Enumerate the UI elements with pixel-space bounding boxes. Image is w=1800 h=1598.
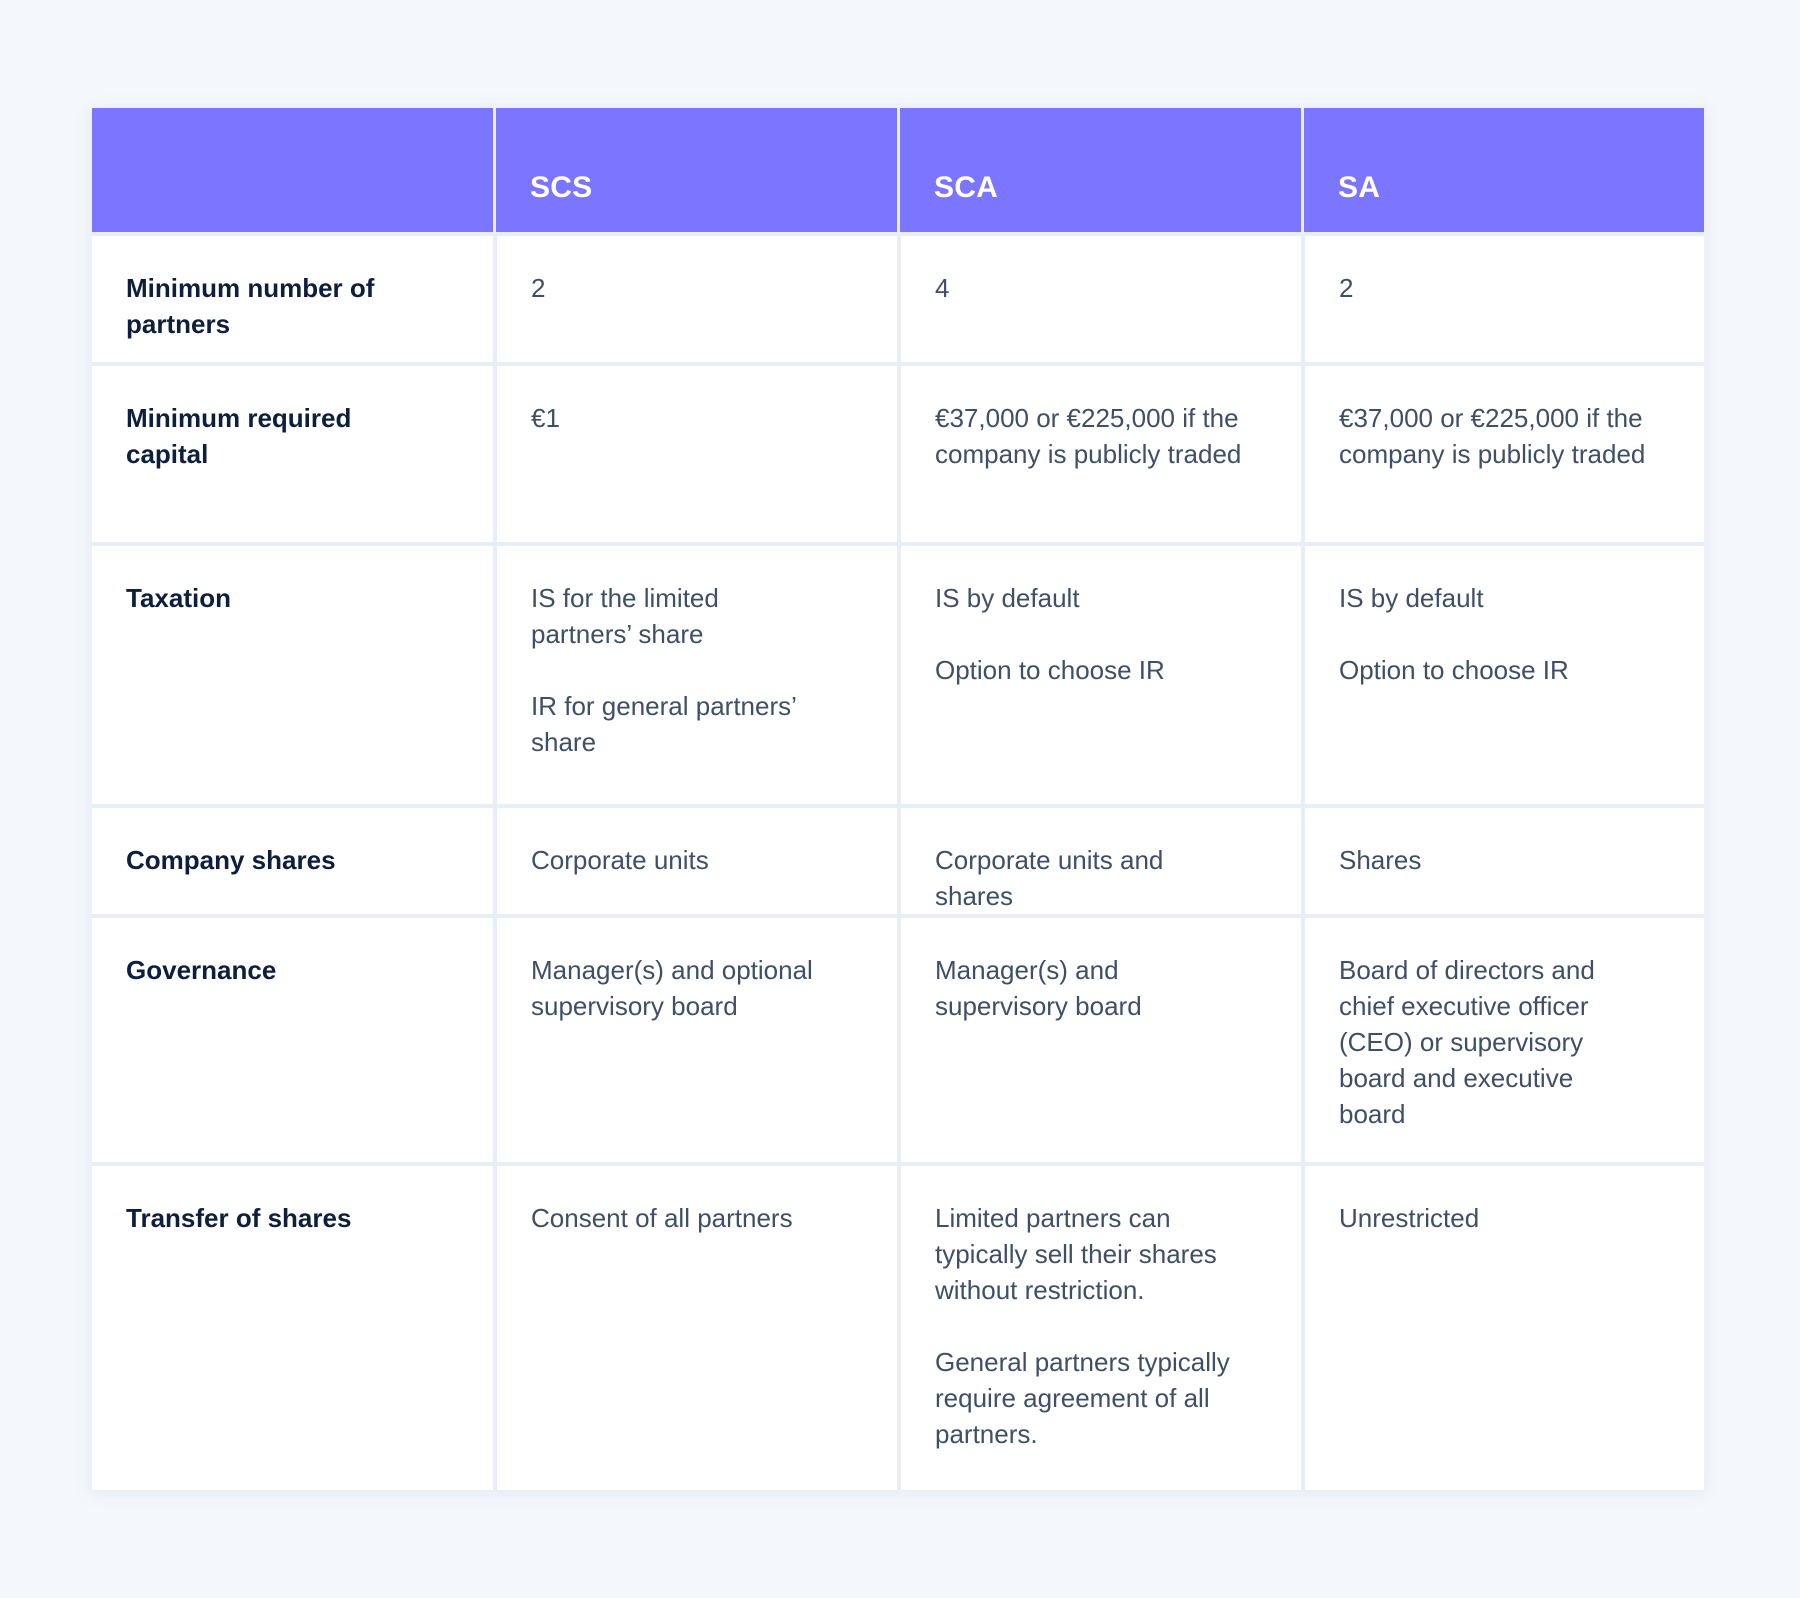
table-header-row: SCS SCA SA (92, 108, 1704, 236)
row-label-text: Transfer of shares (126, 1203, 352, 1233)
table-cell-sca: IS by default Option to choose IR (897, 546, 1301, 808)
table-cell-scs: €1 (493, 366, 897, 546)
cell-paragraph: IS by default (1339, 583, 1484, 613)
table-cell-sa: Unrestricted (1301, 1166, 1704, 1490)
row-label: Transfer of shares (92, 1166, 493, 1490)
cell-paragraph: IR for general partners’ share (531, 691, 796, 757)
row-label: Taxation (92, 546, 493, 808)
cell-text: €37,000 or €225,000 if the company is pu… (935, 403, 1242, 469)
cell-text: Corporate units and shares (935, 845, 1164, 911)
cell-paragraph: Limited partners can typically sell thei… (935, 1203, 1217, 1305)
table-cell-scs: Corporate units (493, 808, 897, 918)
table-cell-sa: Shares (1301, 808, 1704, 918)
table-cell-sca: Manager(s) and supervisory board (897, 918, 1301, 1166)
header-cell-sa: SA (1301, 108, 1704, 236)
row-label-text: Minimum number of partners (126, 273, 375, 339)
cell-paragraph: IS by default (935, 583, 1080, 613)
row-label-text: Taxation (126, 583, 231, 613)
header-cell-sca: SCA (897, 108, 1301, 236)
table-cell-scs: IS for the limited partners’ share IR fo… (493, 546, 897, 808)
table-cell-sa: IS by default Option to choose IR (1301, 546, 1704, 808)
cell-text: Manager(s) and supervisory board (935, 955, 1142, 1021)
table-cell-sa: 2 (1301, 236, 1704, 366)
table-row-transfer-of-shares: Transfer of shares Consent of all partne… (92, 1166, 1704, 1490)
comparison-table-container: SCS SCA SA Minimum number of partners 2 … (92, 108, 1704, 1490)
company-type-comparison-table: SCS SCA SA Minimum number of partners 2 … (92, 108, 1704, 1490)
table-row-company-shares: Company shares Corporate units Corporate… (92, 808, 1704, 918)
cell-text: 4 (935, 273, 950, 303)
cell-text: €1 (531, 403, 560, 433)
table-row-governance: Governance Manager(s) and optional super… (92, 918, 1704, 1166)
table-cell-scs: Consent of all partners (493, 1166, 897, 1490)
header-cell-scs: SCS (493, 108, 897, 236)
table-cell-sca: Corporate units and shares (897, 808, 1301, 918)
cell-text: Manager(s) and optional supervisory boar… (531, 955, 813, 1021)
table-cell-sca: Limited partners can typically sell thei… (897, 1166, 1301, 1490)
cell-text: Shares (1339, 845, 1422, 875)
cell-text: 2 (531, 273, 546, 303)
cell-paragraph: General partners typically require agree… (935, 1347, 1230, 1449)
cell-text: €37,000 or €225,000 if the company is pu… (1339, 403, 1646, 469)
row-label-text: Governance (126, 955, 277, 985)
table-cell-scs: 2 (493, 236, 897, 366)
row-label: Governance (92, 918, 493, 1166)
table-cell-sa: Board of directors and chief executive o… (1301, 918, 1704, 1166)
row-label-text: Minimum required capital (126, 403, 352, 469)
cell-paragraph: IS for the limited partners’ share (531, 583, 719, 649)
cell-text: 2 (1339, 273, 1354, 303)
row-label: Minimum required capital (92, 366, 493, 546)
cell-paragraph: Option to choose IR (1339, 655, 1569, 685)
row-label: Minimum number of partners (92, 236, 493, 366)
cell-text: Board of directors and chief executive o… (1339, 955, 1595, 1129)
cell-text: Corporate units (531, 845, 709, 875)
cell-text: Unrestricted (1339, 1203, 1480, 1233)
table-cell-sca: €37,000 or €225,000 if the company is pu… (897, 366, 1301, 546)
table-row-taxation: Taxation IS for the limited partners’ sh… (92, 546, 1704, 808)
cell-paragraph: Option to choose IR (935, 655, 1165, 685)
row-label: Company shares (92, 808, 493, 918)
table-cell-sca: 4 (897, 236, 1301, 366)
table-cell-scs: Manager(s) and optional supervisory boar… (493, 918, 897, 1166)
table-row-minimum-partners: Minimum number of partners 2 4 2 (92, 236, 1704, 366)
table-row-minimum-capital: Minimum required capital €1 €37,000 or €… (92, 366, 1704, 546)
row-label-text: Company shares (126, 845, 336, 875)
cell-text: Consent of all partners (531, 1203, 793, 1233)
table-cell-sa: €37,000 or €225,000 if the company is pu… (1301, 366, 1704, 546)
header-cell-empty (92, 108, 493, 236)
